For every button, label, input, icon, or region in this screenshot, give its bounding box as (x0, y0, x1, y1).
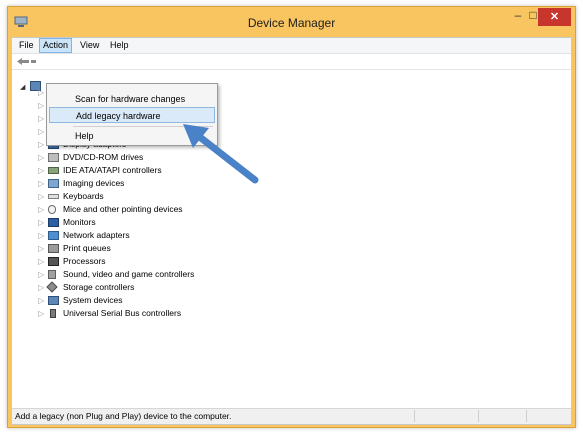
expand-chevron-icon[interactable]: ▷ (38, 203, 46, 216)
ide-controller-icon (48, 167, 59, 174)
expand-chevron-icon[interactable]: ▷ (38, 99, 46, 112)
tree-item-label: IDE ATA/ATAPI controllers (63, 165, 162, 175)
status-divider (414, 410, 415, 422)
tree-item-label: Sound, video and game controllers (63, 269, 195, 279)
expand-chevron-icon[interactable]: ▷ (38, 281, 46, 294)
expand-chevron-icon[interactable]: ▷ (38, 138, 46, 151)
storage-controller-icon (46, 281, 58, 293)
tree-item-label: Processors (63, 256, 106, 266)
tree-item-label: Monitors (63, 217, 96, 227)
expand-chevron-icon[interactable]: ▷ (38, 255, 46, 268)
client-area: File Action View Help ◢ ▷Batteries▷Bluet… (11, 37, 572, 425)
expand-chevron-icon[interactable]: ▷ (38, 86, 46, 99)
device-manager-window: Device Manager – □ ✕ File Action View He… (7, 6, 576, 428)
tree-item-label: DVD/CD-ROM drives (63, 152, 144, 162)
expand-chevron-icon[interactable]: ▷ (38, 268, 46, 281)
window-title: Device Manager (247, 16, 336, 30)
collapse-arrow-icon[interactable]: ◢ (20, 83, 25, 91)
mouse-icon (48, 205, 56, 214)
expand-chevron-icon[interactable]: ▷ (38, 216, 46, 229)
menu-bar: File Action View Help (12, 38, 571, 54)
dvd-drive-icon (48, 153, 59, 162)
tree-item-label: System devices (63, 295, 123, 305)
tree-item-label: Universal Serial Bus controllers (63, 308, 182, 318)
forward-arrow-icon[interactable] (30, 57, 44, 66)
tree-item-label: Mice and other pointing devices (63, 204, 183, 214)
expand-chevron-icon[interactable]: ▷ (38, 307, 46, 320)
menu-help[interactable]: Help (107, 39, 132, 52)
menu-item-scan-for-hardware-changes[interactable]: Scan for hardware changes (49, 91, 215, 107)
expand-chevron-icon[interactable]: ▷ (38, 125, 46, 138)
close-button[interactable]: ✕ (538, 8, 571, 26)
system-devices-icon (48, 296, 59, 305)
expand-chevron-icon[interactable]: ▷ (38, 112, 46, 125)
toolbar (12, 54, 571, 70)
tree-item-label: Imaging devices (63, 178, 125, 188)
expand-chevron-icon[interactable]: ▷ (38, 294, 46, 307)
expand-chevron-icon[interactable]: ▷ (38, 190, 46, 203)
expand-chevron-icon[interactable]: ▷ (38, 164, 46, 177)
sound-icon (48, 270, 56, 279)
status-bar: Add a legacy (non Plug and Play) device … (12, 408, 571, 424)
tree-item-label: Storage controllers (63, 282, 135, 292)
tree-item-label: Print queues (63, 243, 111, 253)
callout-arrow-icon (183, 124, 259, 184)
keyboard-icon (48, 194, 59, 199)
usb-icon (50, 309, 56, 318)
tree-item-label: Network adapters (63, 230, 130, 240)
status-divider (526, 410, 527, 422)
printer-icon (48, 244, 59, 253)
expand-chevron-icon[interactable]: ▷ (38, 242, 46, 255)
expand-chevron-icon[interactable]: ▷ (38, 229, 46, 242)
status-text: Add a legacy (non Plug and Play) device … (15, 411, 232, 421)
expand-chevron-icon[interactable]: ▷ (38, 177, 46, 190)
status-divider (478, 410, 479, 422)
tree-item-label: Keyboards (63, 191, 104, 201)
processor-icon (48, 257, 59, 266)
menu-view[interactable]: View (77, 39, 102, 52)
menu-file[interactable]: File (16, 39, 37, 52)
imaging-device-icon (48, 179, 59, 188)
menu-action[interactable]: Action (39, 38, 73, 53)
network-adapter-icon (48, 231, 59, 240)
expand-chevron-icon[interactable]: ▷ (38, 151, 46, 164)
back-arrow-icon[interactable] (16, 57, 30, 66)
monitor-icon (48, 218, 59, 227)
title-bar[interactable]: Device Manager – □ ✕ (8, 7, 575, 37)
